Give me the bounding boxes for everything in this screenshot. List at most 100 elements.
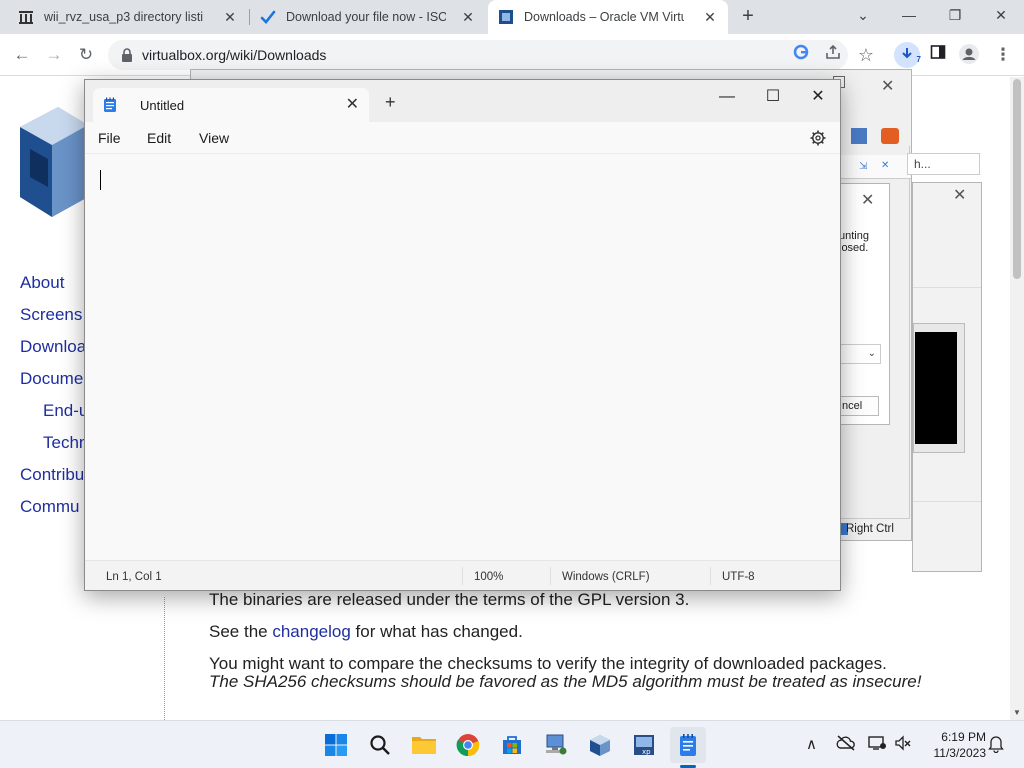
close-icon[interactable]: ✕ xyxy=(881,160,889,171)
store-icon xyxy=(503,736,521,754)
taskbar-search-button[interactable] xyxy=(362,727,398,763)
dialog-close-icon[interactable]: ✕ xyxy=(861,190,874,210)
host-key-label: Right Ctrl xyxy=(846,523,894,535)
tab-close-button[interactable]: ✕ xyxy=(702,9,718,25)
start-button[interactable] xyxy=(318,727,354,763)
dialog-text-line: unting xyxy=(839,230,869,242)
notepad-maximize-button[interactable]: ☐ xyxy=(758,86,788,110)
google-lens-icon[interactable] xyxy=(790,44,812,66)
notepad-new-tab-button[interactable]: + xyxy=(385,92,396,113)
browser-tab-virtualbox-downloads[interactable]: Downloads – Oracle VM VirtualB ✕ xyxy=(488,0,728,34)
notepad-tab-untitled[interactable]: Untitled ✕ xyxy=(93,88,369,122)
nav-link-about[interactable]: About xyxy=(20,273,88,305)
text-caret xyxy=(100,170,101,190)
virtualbox-xp-icon: xp xyxy=(634,735,654,756)
divider xyxy=(913,501,981,502)
vbox-toolbar-icon[interactable] xyxy=(881,128,899,144)
checksum-text: You might want to compare the checksums … xyxy=(209,654,887,673)
virtualbox-logo[interactable] xyxy=(18,87,90,217)
show-hidden-icons-chevron[interactable]: ∧ xyxy=(806,735,817,753)
chrome-icon xyxy=(456,734,480,757)
browser-tab-label: Download your file now - ISORIV xyxy=(286,10,446,24)
status-line-ending[interactable]: Windows (CRLF) xyxy=(562,571,650,583)
browser-minimize-button[interactable]: — xyxy=(886,0,932,32)
scroll-down-arrow-icon[interactable]: ▼ xyxy=(1012,708,1022,718)
vbox-toolbar-icon[interactable] xyxy=(851,128,867,144)
notepad-tab-close-button[interactable]: ✕ xyxy=(346,94,359,114)
profile-avatar-icon[interactable] xyxy=(958,44,980,66)
tab-close-button[interactable]: ✕ xyxy=(222,9,238,25)
downloads-button[interactable]: 7 xyxy=(894,42,921,68)
pin-icon[interactable]: ⇲ xyxy=(859,161,867,172)
lock-icon[interactable] xyxy=(120,47,134,63)
onedrive-offline-icon[interactable] xyxy=(836,735,856,755)
browser-restore-button[interactable]: ❐ xyxy=(932,0,978,32)
page-scrollbar[interactable]: ▼ xyxy=(1010,77,1024,720)
browser-menu-icon[interactable]: ⋮ xyxy=(992,44,1014,66)
display-icon[interactable] xyxy=(868,735,886,755)
address-bar[interactable]: virtualbox.org/wiki/Downloads xyxy=(108,40,848,70)
downloads-content: The binaries are released under the term… xyxy=(209,591,969,705)
dialog-dropdown[interactable]: ⌄ xyxy=(839,344,881,364)
browser-tab-label: wii_rvz_usa_p3 directory listing xyxy=(44,10,204,24)
side-panel-icon[interactable] xyxy=(927,44,949,66)
status-cursor-position: Ln 1, Col 1 xyxy=(106,571,162,583)
tab-close-button[interactable]: ✕ xyxy=(460,9,476,25)
dialog-cancel-button[interactable]: ncel xyxy=(839,396,879,416)
vbox-dialog-bg: ✕ unting losed. ⌄ ncel xyxy=(838,183,890,425)
taskbar-file-explorer[interactable] xyxy=(406,727,442,763)
bookmark-star-icon[interactable]: ☆ xyxy=(855,44,877,66)
taskbar-virtualbox-xp-vm[interactable]: xp xyxy=(626,727,662,763)
tab-search-dropdown-button[interactable]: ⌄ xyxy=(840,0,886,32)
browser-tab-directory-listing[interactable]: wii_rvz_usa_p3 directory listing ✕ xyxy=(8,0,248,34)
notepad-minimize-button[interactable]: — xyxy=(712,86,742,110)
page-scrollbar-thumb[interactable] xyxy=(1013,79,1021,279)
browser-tab-isoriv[interactable]: Download your file now - ISORIV ✕ xyxy=(250,0,486,34)
taskbar-chrome[interactable] xyxy=(450,727,486,763)
window-close-icon[interactable]: ✕ xyxy=(953,185,966,205)
nav-link-end-user-docs[interactable]: End-u xyxy=(20,401,88,433)
status-zoom[interactable]: 100% xyxy=(474,571,503,583)
menu-file[interactable]: File xyxy=(98,130,121,146)
notifications-bell-icon[interactable] xyxy=(988,735,1004,757)
nav-link-technical-docs[interactable]: Techn xyxy=(20,433,88,465)
status-encoding[interactable]: UTF-8 xyxy=(722,571,755,583)
taskbar-remote-desktop[interactable] xyxy=(538,727,574,763)
vm-preview-frame xyxy=(913,323,965,453)
notepad-text-area[interactable] xyxy=(85,155,840,560)
nav-link-contribute[interactable]: Contribu xyxy=(20,465,88,497)
reload-button[interactable]: ↻ xyxy=(74,43,98,67)
menu-view[interactable]: View xyxy=(199,130,229,146)
settings-gear-icon[interactable] xyxy=(809,129,827,147)
browser-close-button[interactable]: ✕ xyxy=(978,0,1024,32)
changelog-prefix: See the xyxy=(209,622,273,641)
system-clock[interactable]: 6:19 PM 11/3/2023 xyxy=(920,729,987,761)
remote-desktop-icon xyxy=(546,734,567,755)
back-button[interactable]: ← xyxy=(10,43,34,67)
taskbar-store[interactable] xyxy=(494,727,530,763)
changelog-link[interactable]: changelog xyxy=(272,622,350,641)
notepad-close-button[interactable]: ✕ xyxy=(803,86,833,110)
site-sidebar-nav: About Screens Downloa Docume End-u Techn… xyxy=(20,273,88,529)
site-search-input[interactable]: h... xyxy=(907,153,980,175)
nav-link-documentation[interactable]: Docume xyxy=(20,369,88,401)
nav-link-downloads[interactable]: Downloa xyxy=(20,337,88,369)
new-tab-button[interactable]: + xyxy=(736,5,760,29)
notepad-window: Untitled ✕ + — ☐ ✕ File Edit View Ln 1, … xyxy=(84,79,841,591)
start-icon xyxy=(325,734,347,756)
forward-button[interactable]: → xyxy=(42,43,66,67)
nav-link-community[interactable]: Commu xyxy=(20,497,88,529)
taskbar-notepad[interactable] xyxy=(670,727,706,763)
clock-time: 6:19 PM xyxy=(941,730,986,744)
window-close-icon[interactable]: ✕ xyxy=(881,76,894,96)
menu-edit[interactable]: Edit xyxy=(147,130,171,146)
nav-link-screenshots[interactable]: Screens xyxy=(20,305,88,337)
notepad-tab-title: Untitled xyxy=(140,98,185,113)
download-icon xyxy=(902,48,912,59)
clock-date: 11/3/2023 xyxy=(933,746,987,760)
share-icon[interactable] xyxy=(822,44,844,66)
archive-icon xyxy=(18,9,34,25)
taskbar-virtualbox[interactable] xyxy=(582,727,618,763)
volume-muted-icon[interactable] xyxy=(894,735,912,755)
svg-text:xp: xp xyxy=(642,748,651,756)
